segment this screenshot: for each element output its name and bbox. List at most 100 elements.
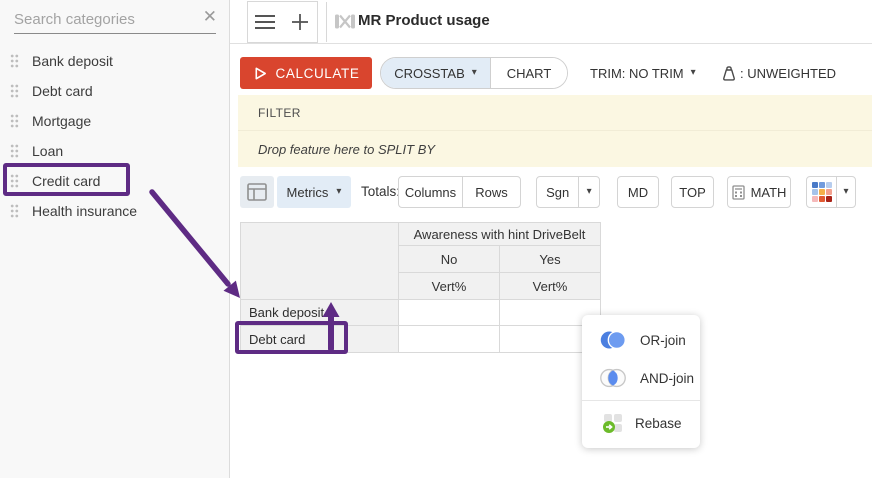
- menu-separator: [582, 400, 700, 401]
- menu-item-label: AND-join: [640, 371, 694, 386]
- table-corner-cell: [241, 223, 399, 300]
- sidebar-item-debt-card[interactable]: Debt card: [0, 76, 229, 106]
- sidebar-item-mortgage[interactable]: Mortgage: [0, 106, 229, 136]
- weight-icon: [720, 64, 738, 82]
- app-root: ✕ Bank deposit Debt card Mortgage Loan C…: [0, 0, 872, 478]
- filter-bar[interactable]: FILTER: [238, 95, 872, 130]
- and-join-venn-icon: [597, 367, 629, 389]
- table-row: Bank deposit: [241, 300, 601, 326]
- md-label: MD: [628, 185, 648, 200]
- drag-handle-icon[interactable]: [10, 84, 19, 98]
- chart-label: CHART: [507, 66, 552, 81]
- chevron-down-icon[interactable]: ▾: [836, 177, 855, 207]
- calculate-button[interactable]: CALCULATE: [240, 57, 372, 89]
- calculator-icon: [732, 185, 745, 200]
- header-button-group: [247, 1, 318, 43]
- sgn-dropdown[interactable]: Sgn ▾: [536, 176, 600, 208]
- metrics-label: Metrics: [287, 185, 329, 200]
- md-button[interactable]: MD: [617, 176, 659, 208]
- sgn-label: Sgn: [537, 185, 578, 200]
- search-input[interactable]: [14, 6, 216, 34]
- totals-columns-button[interactable]: Columns: [399, 177, 463, 207]
- category-label: Bank deposit: [32, 53, 113, 69]
- trim-label: TRIM: NO TRIM: [590, 66, 684, 81]
- sidebar-item-health-insurance[interactable]: Health insurance: [0, 196, 229, 226]
- view-mode-switch: CROSSTAB ▾ CHART: [380, 57, 568, 89]
- sidebar-item-bank-deposit[interactable]: Bank deposit: [0, 46, 229, 76]
- metrics-toolbar: Metrics ▾ Totals: Columns Rows Sgn ▾ MD …: [230, 167, 872, 215]
- table-row: Debt card: [241, 326, 601, 353]
- metric-header[interactable]: Vert%: [500, 273, 601, 300]
- totals-toggle-group: Columns Rows: [398, 176, 521, 208]
- crosstab-project-icon: [334, 13, 356, 30]
- splitby-dropzone[interactable]: Drop feature here to SPLIT BY: [238, 130, 872, 167]
- column-group-header[interactable]: Awareness with hint DriveBelt: [399, 223, 601, 246]
- category-label: Credit card: [32, 173, 100, 189]
- drag-handle-icon[interactable]: [10, 144, 19, 158]
- rebase-icon: [602, 412, 624, 434]
- top-button[interactable]: TOP: [671, 176, 714, 208]
- sidebar-item-credit-card[interactable]: Credit card: [0, 166, 229, 196]
- plus-icon: [291, 13, 309, 31]
- category-label: Mortgage: [32, 113, 91, 129]
- heatmap-palette-icon: [807, 182, 836, 202]
- totals-label: Totals:: [361, 184, 400, 199]
- weight-label: : UNWEIGHTED: [740, 66, 836, 81]
- row-header-debt-card[interactable]: Debt card: [241, 326, 399, 353]
- weight-status[interactable]: : UNWEIGHTED: [720, 57, 836, 89]
- menu-item-label: OR-join: [640, 333, 686, 348]
- chevron-down-icon: ▾: [691, 68, 696, 78]
- sidebar-item-loan[interactable]: Loan: [0, 136, 229, 166]
- drag-handle-icon[interactable]: [10, 204, 19, 218]
- main-panel: MR Product usage CALCULATE CROSSTAB ▾ CH…: [230, 0, 872, 478]
- or-join-venn-icon: [597, 329, 629, 351]
- chevron-down-icon: ▾: [472, 68, 477, 78]
- crosstab-table: Awareness with hint DriveBelt No Yes Ver…: [240, 222, 601, 353]
- close-icon[interactable]: ✕: [203, 7, 217, 27]
- calculate-label: CALCULATE: [276, 66, 360, 81]
- metric-header[interactable]: Vert%: [399, 273, 500, 300]
- sidebar: ✕ Bank deposit Debt card Mortgage Loan C…: [0, 0, 230, 478]
- menu-button[interactable]: [248, 2, 283, 42]
- add-button[interactable]: [283, 2, 318, 42]
- crosstab-label: CROSSTAB: [394, 66, 465, 81]
- menu-item-and-join[interactable]: AND-join: [582, 359, 700, 397]
- category-label: Debt card: [32, 83, 93, 99]
- splitby-placeholder: Drop feature here to SPLIT BY: [258, 142, 435, 157]
- data-cell[interactable]: [399, 326, 500, 353]
- search-row: ✕: [0, 0, 229, 42]
- drag-handle-icon[interactable]: [10, 54, 19, 68]
- app-header: MR Product usage: [230, 0, 872, 44]
- page-title: MR Product usage: [358, 12, 490, 29]
- chart-tab[interactable]: CHART: [491, 58, 567, 88]
- filter-label: FILTER: [258, 106, 301, 120]
- chevron-down-icon: ▾: [336, 187, 341, 197]
- data-cell[interactable]: [399, 300, 500, 326]
- filter-section: FILTER Drop feature here to SPLIT BY: [238, 95, 872, 167]
- hamburger-icon: [254, 14, 276, 30]
- table-layout-icon: [247, 183, 267, 201]
- main-toolbar: CALCULATE CROSSTAB ▾ CHART TRIM: NO TRIM…: [230, 44, 872, 95]
- trim-dropdown[interactable]: TRIM: NO TRIM ▾: [590, 57, 696, 89]
- menu-item-or-join[interactable]: OR-join: [582, 321, 700, 359]
- top-label: TOP: [679, 185, 706, 200]
- column-header-yes[interactable]: Yes: [500, 246, 601, 273]
- crosstab-tab[interactable]: CROSSTAB ▾: [381, 58, 491, 88]
- table-layout-button[interactable]: [240, 176, 274, 208]
- totals-rows-button[interactable]: Rows: [463, 177, 520, 207]
- math-button[interactable]: MATH: [727, 176, 791, 208]
- category-label: Health insurance: [32, 203, 137, 219]
- heatmap-palette-dropdown[interactable]: ▾: [806, 176, 856, 208]
- menu-item-rebase[interactable]: Rebase: [582, 404, 700, 442]
- drag-handle-icon[interactable]: [10, 114, 19, 128]
- chevron-down-icon[interactable]: ▾: [578, 177, 599, 207]
- drag-handle-icon[interactable]: [10, 174, 19, 188]
- column-header-no[interactable]: No: [399, 246, 500, 273]
- play-icon: [253, 66, 268, 81]
- metrics-dropdown[interactable]: Metrics ▾: [277, 176, 351, 208]
- row-header-bank-deposit[interactable]: Bank deposit: [241, 300, 399, 326]
- category-label: Loan: [32, 143, 63, 159]
- join-context-menu: OR-join AND-join Rebase: [582, 315, 700, 448]
- math-label: MATH: [751, 185, 787, 200]
- menu-item-label: Rebase: [635, 416, 682, 431]
